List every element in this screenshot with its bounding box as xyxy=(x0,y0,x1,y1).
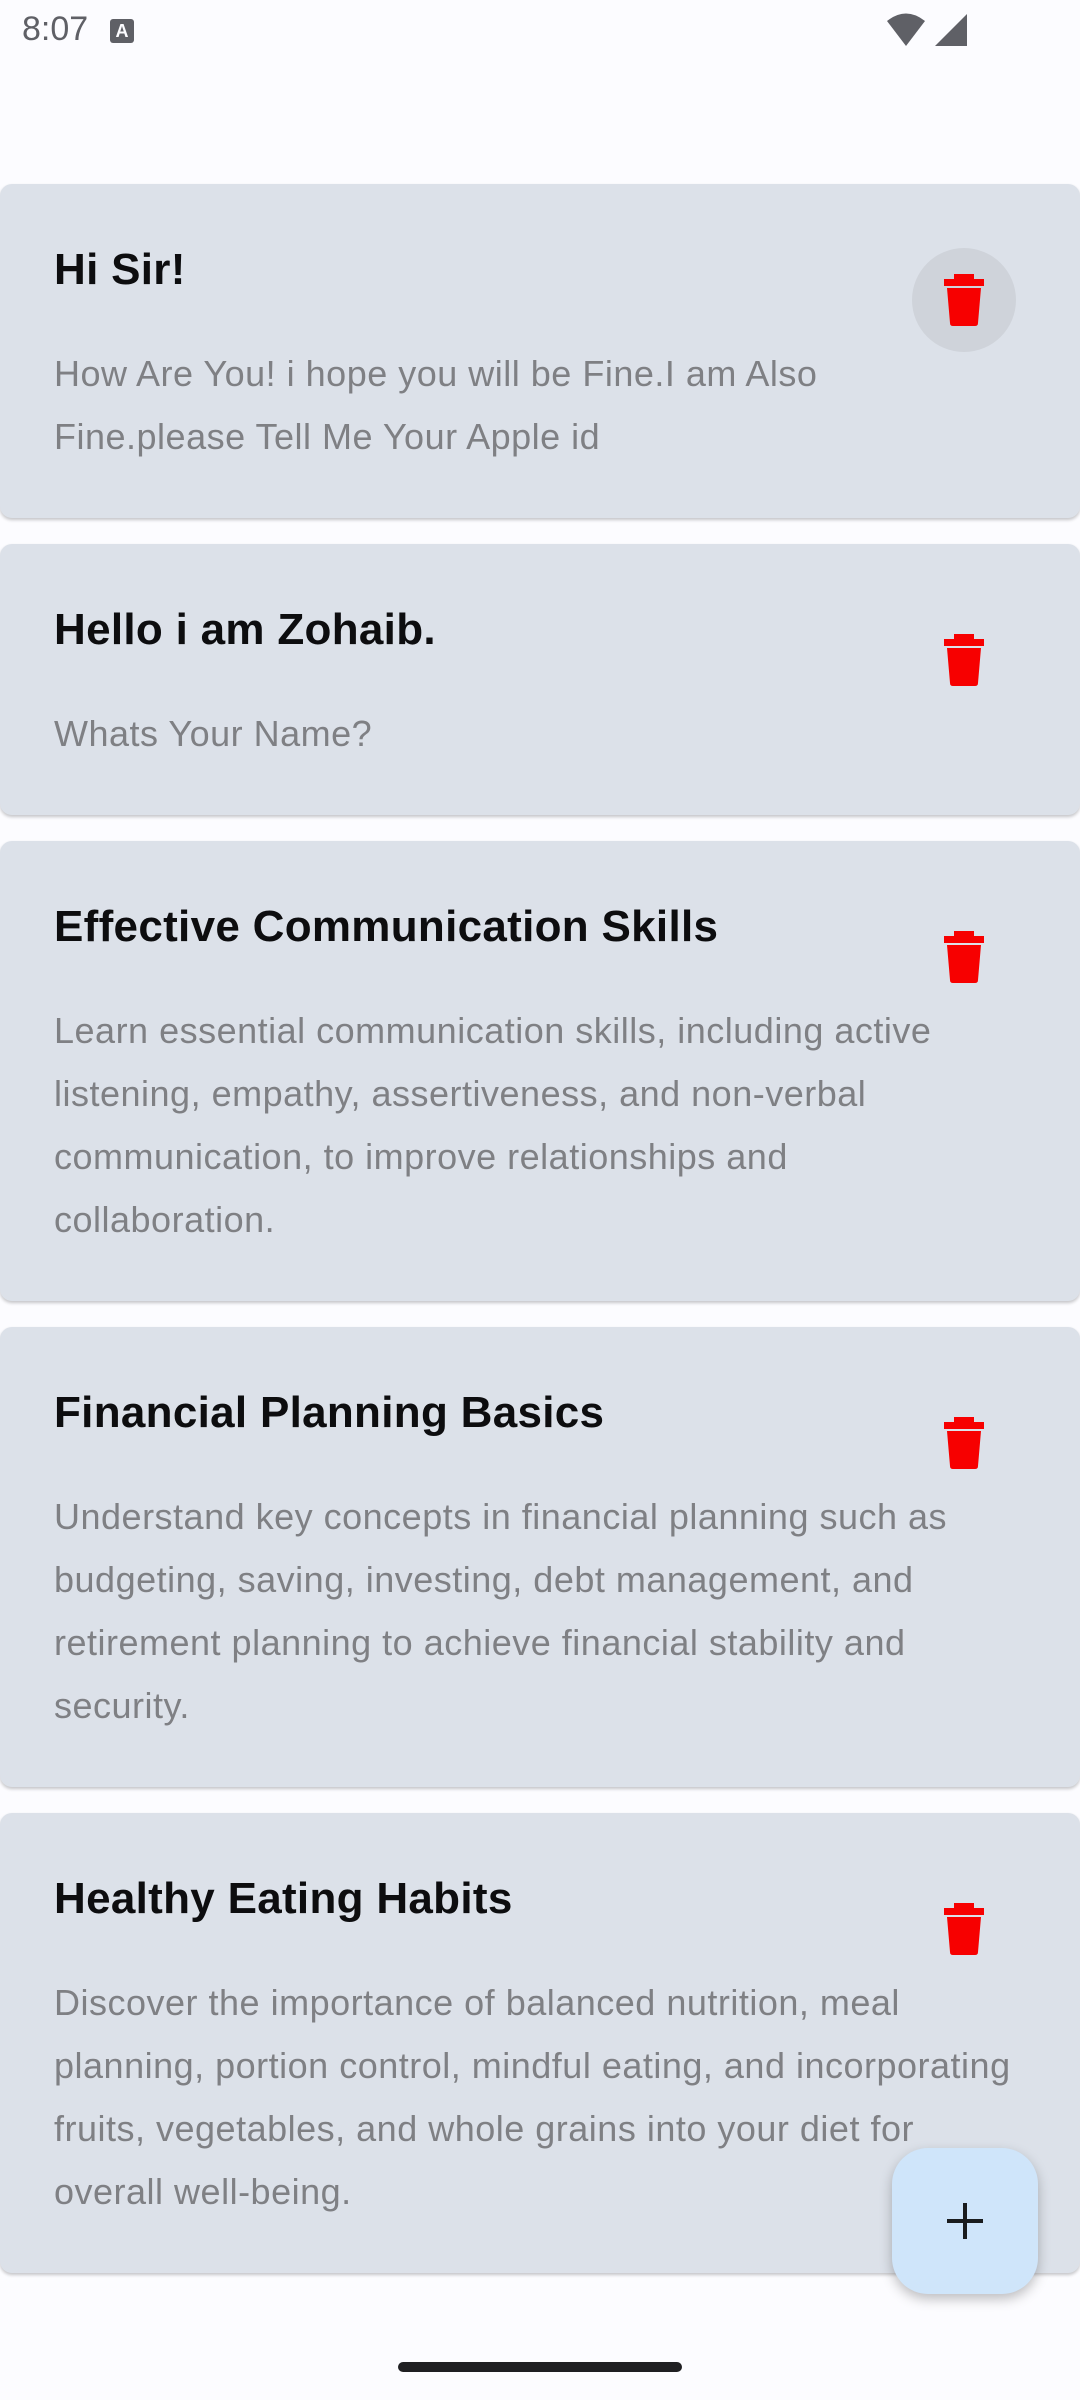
note-card-3[interactable]: Effective Communication Skills Learn ess… xyxy=(0,841,1080,1301)
note-body: Learn essential communication skills, in… xyxy=(54,1010,932,1240)
note-title: Hello i am Zohaib. xyxy=(54,605,436,654)
note-body: Discover the importance of balanced nutr… xyxy=(54,1982,1011,2212)
trash-icon xyxy=(944,1417,984,1469)
trash-icon xyxy=(944,1903,984,1955)
note-card-2[interactable]: Hello i am Zohaib. Whats Your Name? xyxy=(0,544,1080,815)
note-title: Effective Communication Skills xyxy=(54,902,719,951)
note-title: Healthy Eating Habits xyxy=(54,1874,513,1923)
delete-button-4[interactable] xyxy=(912,1391,1016,1495)
note-title: Financial Planning Basics xyxy=(54,1388,605,1437)
trash-icon xyxy=(944,634,984,686)
note-card-4[interactable]: Financial Planning Basics Understand key… xyxy=(0,1327,1080,1787)
trash-icon xyxy=(944,931,984,983)
trash-icon xyxy=(944,274,984,326)
status-time: 8:07 xyxy=(22,10,89,48)
add-note-button[interactable] xyxy=(892,2148,1038,2294)
delete-button-5[interactable] xyxy=(912,1877,1016,1981)
status-bar: 8:07 A xyxy=(0,0,1080,60)
notes-list: Hi Sir! How Are You! i hope you will be … xyxy=(0,184,1080,2299)
home-indicator[interactable] xyxy=(398,2362,682,2372)
note-body: Whats Your Name? xyxy=(54,713,373,754)
note-body: How Are You! i hope you will be Fine.I a… xyxy=(54,353,818,457)
note-card-1[interactable]: Hi Sir! How Are You! i hope you will be … xyxy=(0,184,1080,518)
delete-button-1[interactable] xyxy=(912,248,1016,352)
note-title: Hi Sir! xyxy=(54,245,186,294)
plus-icon xyxy=(947,2203,983,2239)
signal-icon xyxy=(935,14,967,46)
notification-a-icon: A xyxy=(110,19,134,43)
delete-button-3[interactable] xyxy=(912,905,1016,1009)
note-body: Understand key concepts in financial pla… xyxy=(54,1496,948,1726)
wifi-icon xyxy=(887,13,925,46)
delete-button-2[interactable] xyxy=(912,608,1016,712)
